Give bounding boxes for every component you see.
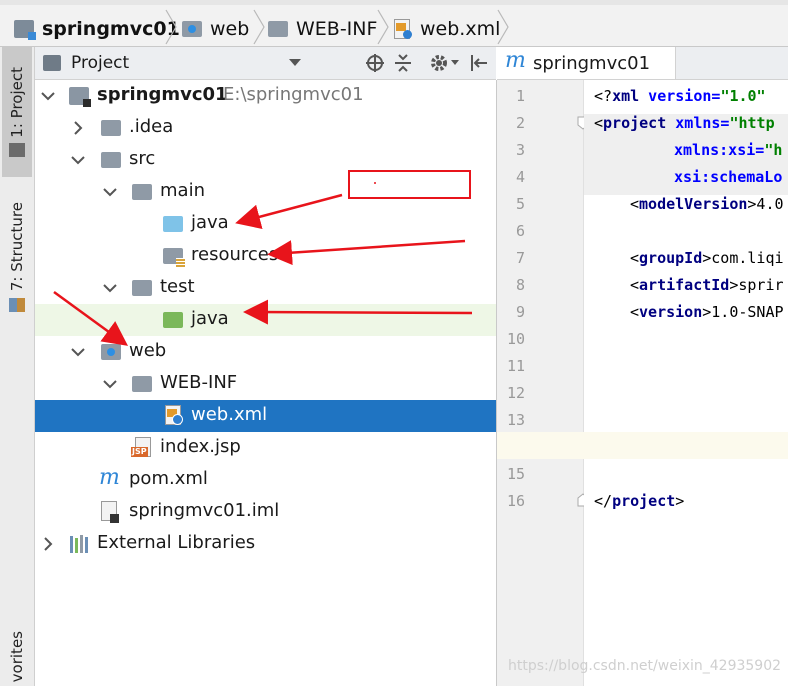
annotation-box [348,170,471,199]
annotation-arrow [243,299,473,325]
annotation-arrow [267,239,466,266]
annotation-overlay [53,170,473,346]
annotation-dot [374,182,376,184]
annotation-arrow [53,290,129,346]
annotation-arrow [235,193,343,229]
